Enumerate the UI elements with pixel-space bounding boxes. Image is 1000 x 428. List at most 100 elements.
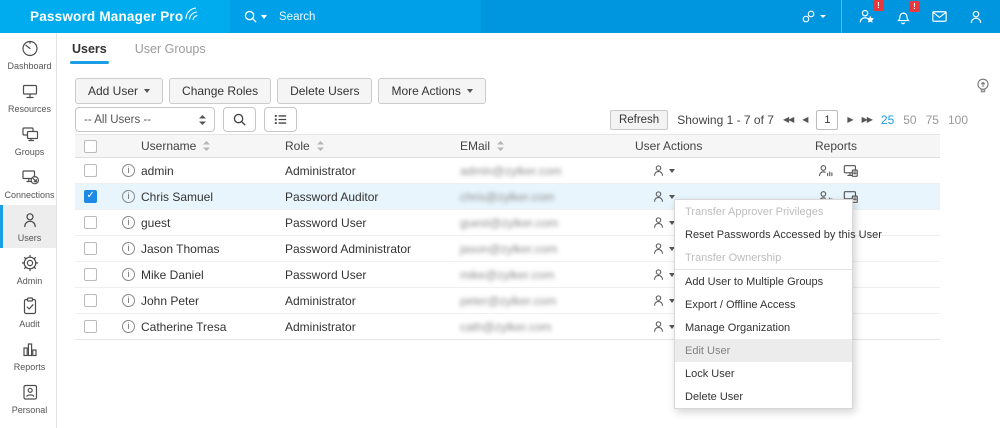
menu-item-add-user-to-multiple-groups[interactable]: Add User to Multiple Groups — [675, 269, 852, 293]
header-divider — [841, 0, 842, 33]
search-placeholder: Search — [279, 11, 315, 23]
role-cell: Administrator — [285, 294, 460, 308]
connections-icon — [20, 167, 40, 187]
delete-users-button[interactable]: Delete Users — [277, 78, 372, 104]
email-cell: mike@zylker.com — [460, 268, 554, 282]
user-info-icon[interactable] — [122, 164, 135, 177]
email-cell: admin@zylker.com — [460, 164, 562, 178]
lightbulb-tip-icon[interactable] — [974, 76, 992, 96]
app-logo: Password Manager Pro — [0, 9, 200, 24]
chevron-down-icon — [467, 89, 473, 93]
row-checkbox[interactable] — [84, 216, 97, 229]
sidebar-item-connections[interactable]: Connections — [0, 162, 56, 205]
search-scope-caret-icon[interactable] — [261, 15, 267, 19]
dashboard-icon — [20, 38, 40, 58]
menu-item-manage-organization[interactable]: Manage Organization — [675, 316, 852, 339]
sidebar-item-admin[interactable]: Admin — [0, 248, 56, 291]
column-header-username[interactable]: Username — [108, 139, 285, 153]
user-info-icon[interactable] — [122, 320, 135, 333]
chevron-down-icon — [144, 89, 150, 93]
sidebar-nav: Dashboard Resources Groups Connections — [0, 33, 57, 428]
logo-arcs-icon — [184, 6, 200, 21]
user-info-icon[interactable] — [122, 294, 135, 307]
change-roles-button[interactable]: Change Roles — [169, 78, 271, 104]
page-size-100[interactable]: 100 — [948, 113, 968, 127]
row-checkbox[interactable] — [84, 164, 97, 177]
page-size-25[interactable]: 25 — [881, 113, 894, 127]
user-actions-menu-button[interactable] — [635, 163, 815, 178]
user-info-icon[interactable] — [122, 216, 135, 229]
email-cell: guest@zylker.com — [460, 216, 558, 230]
sidebar-item-resources[interactable]: Resources — [0, 76, 56, 119]
search-button[interactable] — [223, 107, 256, 132]
user-report-icon[interactable] — [817, 163, 834, 179]
add-user-button[interactable]: Add User — [75, 78, 163, 104]
row-checkbox[interactable] — [84, 294, 97, 307]
next-page-icon[interactable]: ▶ — [847, 116, 852, 124]
column-header-reports: Reports — [815, 139, 940, 153]
sidebar-item-reports[interactable]: Reports — [0, 334, 56, 377]
page-size-50[interactable]: 50 — [903, 113, 916, 127]
button-label: Change Roles — [182, 84, 258, 98]
column-chooser-button[interactable] — [264, 107, 297, 132]
search-icon — [243, 9, 267, 24]
user-info-icon[interactable] — [122, 242, 135, 255]
last-page-icon[interactable]: ▶▶ — [862, 116, 872, 124]
select-all-checkbox[interactable] — [84, 140, 97, 153]
page-number-input[interactable]: 1 — [816, 110, 838, 130]
menu-item-edit-user[interactable]: Edit User — [675, 339, 852, 362]
column-header-email[interactable]: EMail — [460, 139, 635, 153]
app-header: Password Manager Pro Search — [0, 0, 1000, 33]
approvals-icon[interactable]: ! — [857, 7, 876, 26]
sidebar-item-audit[interactable]: Audit — [0, 291, 56, 334]
prev-page-icon[interactable]: ◀ — [802, 116, 807, 124]
menu-item-export-offline-access[interactable]: Export / Offline Access — [675, 293, 852, 316]
row-checkbox[interactable] — [84, 320, 97, 333]
admin-icon — [20, 253, 40, 273]
notifications-badge: ! — [909, 1, 920, 12]
sidebar-label: Groups — [15, 147, 45, 157]
notifications-icon[interactable]: ! — [894, 8, 912, 26]
sidebar-label: Dashboard — [7, 61, 51, 71]
more-actions-button[interactable]: More Actions — [378, 78, 485, 104]
menu-item-lock-user[interactable]: Lock User — [675, 362, 852, 385]
sidebar-item-groups[interactable]: Groups — [0, 119, 56, 162]
sidebar-label: Admin — [17, 276, 43, 286]
email-cell: cath@zylker.com — [460, 320, 552, 334]
row-checkbox[interactable] — [84, 190, 97, 203]
column-header-role[interactable]: Role — [285, 139, 460, 153]
user-action-icon — [651, 293, 666, 308]
sidebar-label: Resources — [8, 104, 51, 114]
menu-item-transfer-ownership: Transfer Ownership — [675, 246, 852, 269]
refresh-button[interactable]: Refresh — [610, 110, 668, 130]
role-cell: Administrator — [285, 320, 460, 334]
user-info-icon[interactable] — [122, 268, 135, 281]
password-manager-pro-app: Password Manager Pro Search — [0, 0, 1000, 428]
password-reset-link-icon[interactable] — [800, 8, 826, 25]
sidebar-item-personal[interactable]: Personal — [0, 377, 56, 420]
user-info-icon[interactable] — [122, 190, 135, 203]
account-icon[interactable] — [967, 8, 985, 26]
sidebar-item-users[interactable]: Users — [0, 205, 56, 248]
row-checkbox[interactable] — [84, 268, 97, 281]
reports-icon — [20, 339, 40, 359]
mail-icon[interactable] — [930, 7, 949, 26]
first-page-icon[interactable]: ◀◀ — [783, 116, 793, 124]
username-cell: Catherine Tresa — [141, 320, 226, 334]
row-checkbox[interactable] — [84, 242, 97, 255]
select-stepper-icon — [198, 114, 207, 126]
role-cell: Password User — [285, 268, 460, 282]
table-header-row: Username Role EMail User Actions — [75, 134, 940, 158]
menu-item-delete-user[interactable]: Delete User — [675, 385, 852, 408]
menu-item-reset-passwords[interactable]: Reset Passwords Accessed by this User — [675, 223, 852, 246]
tab-user-groups[interactable]: User Groups — [133, 36, 208, 65]
resource-report-icon[interactable] — [842, 163, 860, 179]
table-row[interactable]: admin Administrator admin@zylker.com — [75, 158, 940, 184]
user-filter-select[interactable]: -- All Users -- — [75, 107, 215, 132]
tab-users[interactable]: Users — [70, 36, 109, 65]
sidebar-item-dashboard[interactable]: Dashboard — [0, 33, 56, 76]
page-size-75[interactable]: 75 — [926, 113, 939, 127]
global-search-input[interactable]: Search — [230, 0, 481, 33]
button-label: Delete Users — [290, 84, 359, 98]
username-cell: John Peter — [141, 294, 199, 308]
